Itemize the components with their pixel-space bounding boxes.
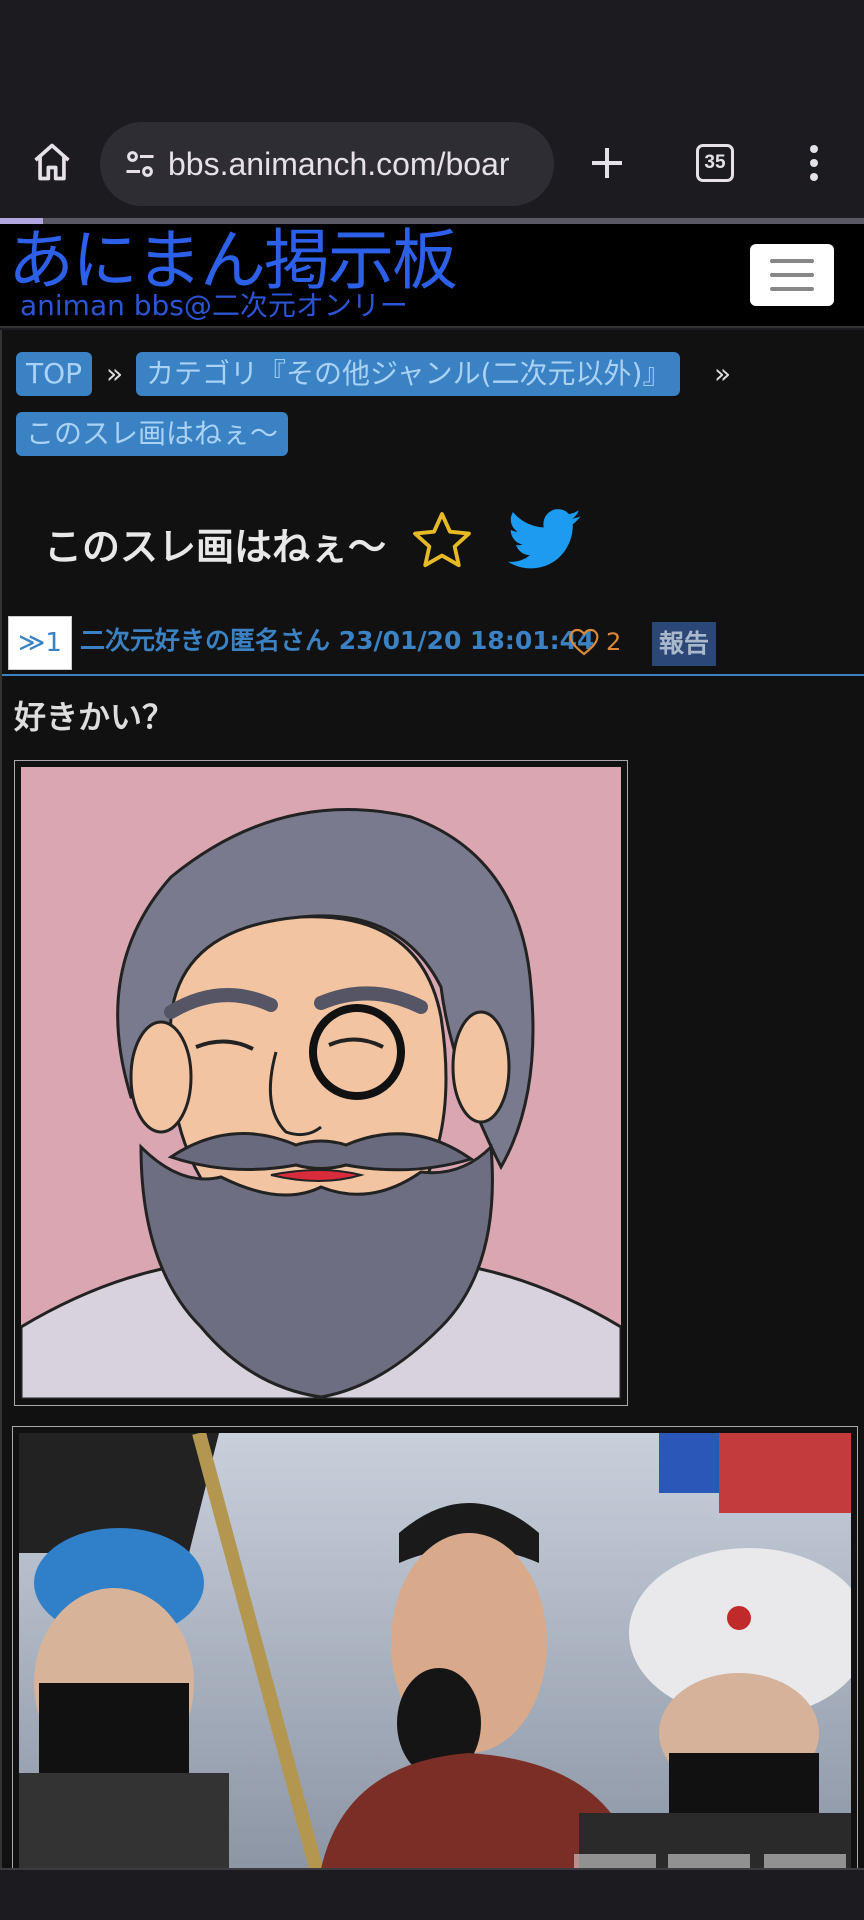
heart-icon[interactable] (568, 626, 600, 658)
photo-image (19, 1433, 851, 1879)
site-logo[interactable]: あにまん掲示板 (8, 226, 458, 296)
home-icon (34, 143, 70, 181)
post-body-text: 好きかい？ (14, 698, 175, 736)
system-nav-bar (0, 1868, 864, 1920)
twitter-icon[interactable] (508, 508, 582, 572)
star-icon[interactable] (408, 508, 476, 574)
tabs-icon: 35 (696, 144, 734, 182)
cartoon-portrait-image (21, 767, 621, 1399)
hamburger-line (770, 287, 814, 291)
main-content: TOP » カテゴリ『その他ジャンル(二次元以外)』 » このスレ画はねぇ〜 こ… (0, 330, 864, 1920)
tab-switcher-button[interactable]: 35 (682, 130, 748, 196)
new-tab-button[interactable] (574, 130, 640, 196)
post-header: ≫1 二次元好きの匿名さん 23/01/20 18:01:44 2 報告 (2, 610, 864, 676)
url-text[interactable]: bbs.animanch.com/boar (168, 122, 540, 206)
post-image-2[interactable] (12, 1426, 858, 1886)
breadcrumb-separator: » (106, 357, 124, 390)
site-header: あにまん掲示板 animan bbs@二次元オンリー (0, 224, 864, 328)
breadcrumb-category-link[interactable]: カテゴリ『その他ジャンル(二次元以外)』 (136, 352, 681, 396)
more-menu-button[interactable] (784, 130, 844, 196)
breadcrumb-separator: » (714, 357, 732, 390)
status-bar (0, 0, 864, 108)
breadcrumb-top-link[interactable]: TOP (16, 352, 93, 396)
home-button[interactable] (20, 130, 84, 194)
address-bar[interactable]: bbs.animanch.com/boar (100, 122, 554, 206)
thread-title: このスレ画はねぇ〜 (44, 525, 387, 569)
screen: bbs.animanch.com/boar 35 あにまん掲示板 animan … (0, 0, 864, 1920)
post-number-link[interactable]: ≫1 (8, 616, 72, 670)
hamburger-line (770, 273, 814, 277)
browser-toolbar: bbs.animanch.com/boar 35 (0, 108, 864, 222)
report-button[interactable]: 報告 (652, 622, 716, 666)
plus-icon (592, 148, 622, 178)
hamburger-menu-button[interactable] (750, 244, 834, 306)
more-vert-icon (810, 145, 818, 181)
hamburger-line (770, 259, 814, 263)
like-count: 2 (606, 628, 622, 656)
post-image-1[interactable] (14, 760, 628, 1406)
breadcrumb-thread-link[interactable]: このスレ画はねぇ〜 (16, 412, 289, 456)
post-author-time: 二次元好きの匿名さん 23/01/20 18:01:44 (80, 626, 595, 655)
tune-icon[interactable] (116, 140, 164, 188)
site-logo-subtitle: animan bbs@二次元オンリー (20, 289, 408, 322)
